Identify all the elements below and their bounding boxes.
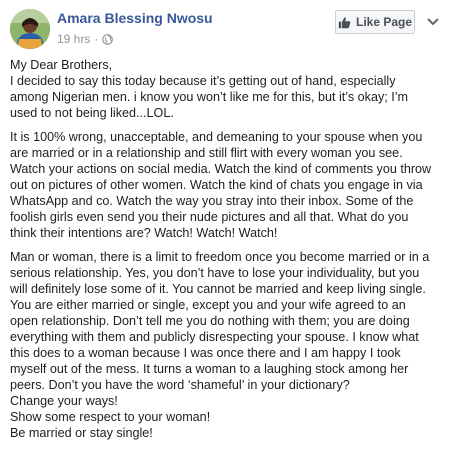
post-paragraph: Man or woman, there is a limit to freedo… (10, 249, 442, 441)
post-line: WhatsApp and co. Watch the way you stray… (10, 194, 414, 208)
post-line: foolish girls even send you their nude p… (10, 210, 409, 224)
post-line: serious relationship. Yes, you don’t hav… (10, 266, 420, 280)
post-meta: 19 hrs · (57, 32, 114, 46)
post-line: You are either married or single, except… (10, 298, 406, 312)
post-line: peers. Don’t you have the word ‘shameful… (10, 378, 350, 392)
post-line: Change your ways! (10, 394, 118, 408)
post-line: My Dear Brothers, (10, 58, 113, 72)
post-line: Man or woman, there is a limit to freedo… (10, 250, 430, 264)
post-line: Show some respect to your woman! (10, 410, 211, 424)
post-line: open relationship. Don’t tell me you do … (10, 314, 410, 328)
like-page-button[interactable]: Like Page (335, 10, 415, 34)
post-line: Watch your actions on social media. Watc… (10, 162, 432, 176)
post-line: among Nigerian men. i know you won’t lik… (10, 90, 409, 104)
like-page-label: Like Page (355, 15, 413, 29)
post-paragraph: It is 100% wrong, unacceptable, and deme… (10, 129, 442, 241)
chevron-down-icon (427, 13, 439, 31)
post-options-button[interactable] (423, 12, 443, 32)
post-line: I decided to say this today because it’s… (10, 74, 396, 88)
author-name[interactable]: Amara Blessing Nwosu (57, 10, 213, 26)
post-line: myself out of the mess. It turns a woman… (10, 362, 409, 376)
meta-separator: · (94, 32, 99, 46)
post-line: used to not being liked...LOL. (10, 106, 174, 120)
thumbs-up-icon (338, 16, 351, 29)
post-line: It is 100% wrong, unacceptable, and deme… (10, 130, 423, 144)
facebook-post: Amara Blessing Nwosu 19 hrs · Like Page (0, 0, 450, 465)
post-line: everything with them and publicly disres… (10, 330, 419, 344)
globe-icon[interactable] (102, 33, 114, 45)
post-line: out on pictures of other women. Watch th… (10, 178, 423, 192)
post-line: think their intentions are? Watch! Watch… (10, 226, 278, 240)
post-paragraph: My Dear Brothers, I decided to say this … (10, 57, 442, 121)
post-line: this does to a woman because I was once … (10, 346, 401, 360)
post-line: are married or in a relationship and sti… (10, 146, 403, 160)
post-body: My Dear Brothers, I decided to say this … (10, 57, 442, 449)
post-timestamp[interactable]: 19 hrs (57, 32, 90, 46)
post-header: Amara Blessing Nwosu 19 hrs · Like Page (0, 0, 450, 52)
author-avatar[interactable] (10, 9, 50, 49)
avatar-photo (10, 9, 50, 49)
post-line: Be married or stay single! (10, 426, 153, 440)
post-line: will definitely lose some of it. You can… (10, 282, 426, 296)
